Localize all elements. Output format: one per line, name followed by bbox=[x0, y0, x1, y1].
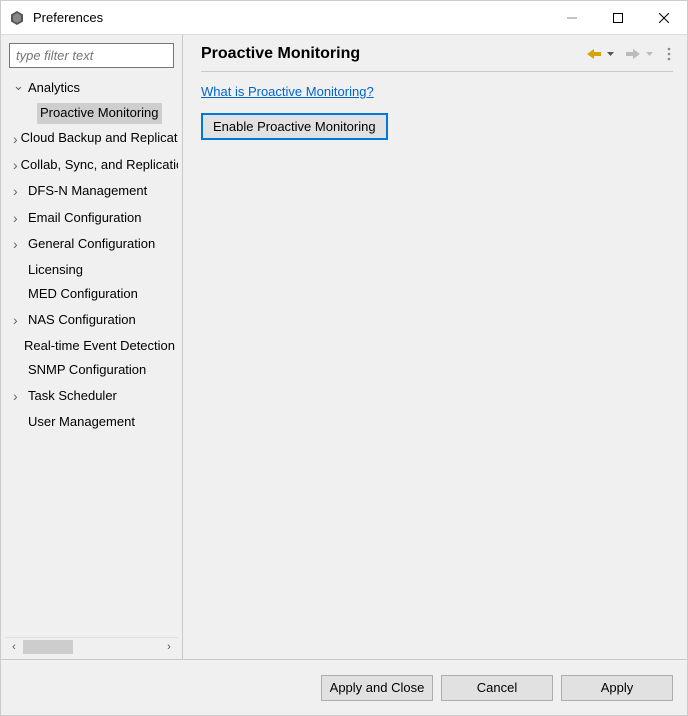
back-dropdown-icon[interactable] bbox=[605, 50, 616, 58]
scroll-thumb[interactable] bbox=[23, 640, 73, 654]
main-body: What is Proactive Monitoring? Enable Pro… bbox=[201, 84, 673, 649]
tree-item-label: Collab, Sync, and Replication bbox=[18, 155, 178, 176]
chevron-right-icon[interactable] bbox=[13, 309, 25, 331]
apply-button[interactable]: Apply bbox=[561, 675, 673, 701]
enable-proactive-monitoring-button[interactable]: Enable Proactive Monitoring bbox=[201, 113, 388, 140]
tree-item[interactable]: Task Scheduler bbox=[5, 383, 178, 409]
filter-input[interactable] bbox=[9, 43, 174, 68]
tree-item[interactable]: Analytics bbox=[5, 76, 178, 101]
scroll-right-icon[interactable]: › bbox=[160, 641, 178, 653]
tree-item[interactable]: DFS-N Management bbox=[5, 178, 178, 204]
tree-item-label: User Management bbox=[25, 412, 138, 433]
tree-item[interactable]: Real-time Event Detection bbox=[5, 334, 178, 359]
filter-box bbox=[9, 43, 174, 68]
main-panel: Proactive Monitoring bbox=[183, 35, 687, 659]
forward-icon[interactable] bbox=[624, 47, 642, 61]
tree-item-label: General Configuration bbox=[25, 234, 158, 255]
tree-item-label: Cloud Backup and Replication bbox=[18, 128, 178, 149]
nav-icons bbox=[585, 45, 673, 63]
maximize-button[interactable] bbox=[595, 1, 641, 34]
tree-item-label: Task Scheduler bbox=[25, 386, 120, 407]
tree-item[interactable]: User Management bbox=[5, 410, 178, 435]
apply-and-close-button[interactable]: Apply and Close bbox=[321, 675, 433, 701]
tree-item[interactable]: NAS Configuration bbox=[5, 307, 178, 333]
window-title: Preferences bbox=[33, 10, 549, 25]
title-bar: Preferences bbox=[1, 1, 687, 35]
content-area: Analytics Proactive Monitoring Cloud Backu… bbox=[1, 35, 687, 659]
minimize-button[interactable] bbox=[549, 1, 595, 34]
tree-item[interactable]: Cloud Backup and Replication bbox=[5, 126, 178, 152]
tree-item-label: DFS-N Management bbox=[25, 181, 150, 202]
tree-item-label: Analytics bbox=[25, 78, 83, 99]
window-controls bbox=[549, 1, 687, 34]
forward-dropdown-icon[interactable] bbox=[644, 50, 655, 58]
back-icon[interactable] bbox=[585, 47, 603, 61]
close-button[interactable] bbox=[641, 1, 687, 34]
tree-item[interactable]: Email Configuration bbox=[5, 205, 178, 231]
tree-item[interactable]: Proactive Monitoring bbox=[5, 101, 178, 126]
tree-item[interactable]: MED Configuration bbox=[5, 282, 178, 307]
chevron-right-icon[interactable] bbox=[13, 233, 25, 255]
preferences-tree: Analytics Proactive Monitoring Cloud Backu… bbox=[5, 72, 178, 637]
cancel-button[interactable]: Cancel bbox=[441, 675, 553, 701]
main-header: Proactive Monitoring bbox=[201, 45, 673, 72]
tree-item[interactable]: Collab, Sync, and Replication bbox=[5, 152, 178, 178]
button-bar: Apply and Close Cancel Apply bbox=[1, 659, 687, 715]
horizontal-scrollbar[interactable]: ‹ › bbox=[5, 637, 178, 655]
page-title: Proactive Monitoring bbox=[201, 45, 585, 63]
tree-item-label: NAS Configuration bbox=[25, 310, 139, 331]
tree-item-label: Licensing bbox=[25, 260, 86, 281]
tree-item-label: Email Configuration bbox=[25, 208, 144, 229]
tree-item[interactable]: Licensing bbox=[5, 258, 178, 283]
tree-item-label: Proactive Monitoring bbox=[37, 103, 162, 124]
sidebar: Analytics Proactive Monitoring Cloud Backu… bbox=[1, 35, 183, 659]
tree-item-label: SNMP Configuration bbox=[25, 360, 149, 381]
chevron-right-icon[interactable] bbox=[13, 180, 25, 202]
tree-item[interactable]: SNMP Configuration bbox=[5, 358, 178, 383]
menu-icon[interactable] bbox=[665, 45, 673, 63]
help-link[interactable]: What is Proactive Monitoring? bbox=[201, 84, 374, 99]
scroll-left-icon[interactable]: ‹ bbox=[5, 641, 23, 653]
chevron-down-icon[interactable] bbox=[13, 78, 25, 99]
scroll-track[interactable] bbox=[23, 640, 160, 654]
tree-item-label: MED Configuration bbox=[25, 284, 141, 305]
chevron-right-icon[interactable] bbox=[13, 385, 25, 407]
app-icon bbox=[9, 10, 25, 26]
tree-item-label: Real-time Event Detection bbox=[21, 336, 178, 357]
chevron-right-icon[interactable] bbox=[13, 207, 25, 229]
tree-item[interactable]: General Configuration bbox=[5, 231, 178, 257]
